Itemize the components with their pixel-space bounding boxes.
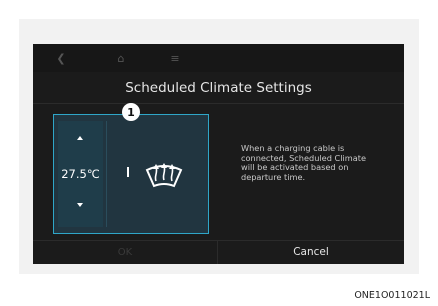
defrost-indicator [127,167,129,177]
divider [33,103,404,104]
arrow-down-icon[interactable] [77,203,83,207]
divider [106,121,107,227]
cancel-button[interactable]: Cancel [218,241,404,264]
info-text: When a charging cable is connected, Sche… [241,143,367,182]
page-title: Scheduled Climate Settings [125,80,312,96]
front-defrost-icon[interactable] [144,153,184,191]
climate-panel: 27.5℃ [53,114,209,234]
infotainment-screen: ❮ ⌂ ≡ Scheduled Climate Settings 27.5℃ W… [33,44,404,264]
temperature-value: 27.5℃ [61,167,100,181]
callout-number: 1 [122,103,140,121]
figure-caption: ONE1O011021L [354,290,430,301]
top-bar: ❮ ⌂ ≡ [33,44,404,72]
menu-icon[interactable]: ≡ [165,48,185,68]
back-icon[interactable]: ❮ [51,48,71,68]
temperature-control: 27.5℃ [58,121,103,227]
arrow-up-icon[interactable] [77,136,83,140]
ok-button[interactable]: OK [33,241,217,264]
home-icon[interactable]: ⌂ [111,48,131,68]
